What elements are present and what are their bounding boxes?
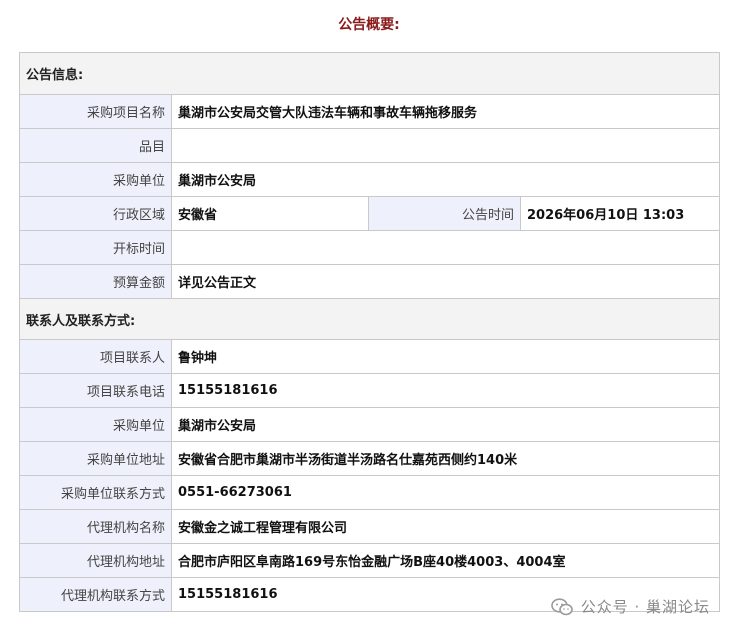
agency-address-value: 合肥市庐阳区阜南路169号东怡金融广场B座40楼4003、4004室 <box>170 543 721 578</box>
table-row: 开标时间 <box>19 230 721 265</box>
budget-value: 详见公告正文 <box>170 264 721 299</box>
contact-purchaser-value: 巢湖市公安局 <box>170 407 721 442</box>
table-row: 采购单位 巢湖市公安局 <box>19 407 721 442</box>
section-row-contact: 联系人及联系方式: <box>18 298 721 340</box>
purchaser-label: 采购单位 <box>19 162 172 197</box>
section-header-contact: 联系人及联系方式: <box>18 298 721 340</box>
table-row: 采购项目名称 巢湖市公安局交管大队违法车辆和事故车辆拖移服务 <box>19 94 721 129</box>
bid-open-label: 开标时间 <box>19 230 172 265</box>
agency-contact-label: 代理机构联系方式 <box>19 577 172 612</box>
purchaser-contact-value: 0551-66273061 <box>170 475 721 510</box>
publish-time-value: 2026年06月10日 13:03 <box>519 196 721 231</box>
project-contact-value: 鲁钟坤 <box>170 339 721 374</box>
project-contact-label: 项目联系人 <box>19 339 172 374</box>
table-row: 预算金额 详见公告正文 <box>19 264 721 299</box>
table-row: 采购单位地址 安徽省合肥市巢湖市半汤街道半汤路名仕嘉苑西侧约140米 <box>19 441 721 476</box>
table-row: 代理机构地址 合肥市庐阳区阜南路169号东怡金融广场B座40楼4003、4004… <box>19 543 721 578</box>
agency-name-label: 代理机构名称 <box>19 509 172 544</box>
budget-label: 预算金额 <box>19 264 172 299</box>
purchaser-address-value: 安徽省合肥市巢湖市半汤街道半汤路名仕嘉苑西侧约140米 <box>170 441 721 476</box>
agency-name-value: 安徽金之诚工程管理有限公司 <box>170 509 721 544</box>
wechat-icon <box>550 597 573 615</box>
section-row-notice: 公告信息: <box>18 52 721 95</box>
agency-address-label: 代理机构地址 <box>19 543 172 578</box>
project-name-value: 巢湖市公安局交管大队违法车辆和事故车辆拖移服务 <box>170 94 721 129</box>
table-row: 品目 <box>19 128 721 163</box>
publish-time-label: 公告时间 <box>368 196 521 231</box>
table-row: 采购单位 巢湖市公安局 <box>19 162 721 197</box>
table-row: 行政区域 安徽省 公告时间 2026年06月10日 13:03 <box>19 196 721 231</box>
purchaser-address-label: 采购单位地址 <box>19 441 172 476</box>
section-header-notice: 公告信息: <box>18 52 721 95</box>
watermark-text: 公众号 · 巢湖论坛 <box>580 598 710 616</box>
project-phone-value: 15155181616 <box>170 373 721 408</box>
category-value <box>170 128 721 163</box>
purchaser-contact-label: 采购单位联系方式 <box>19 475 172 510</box>
purchaser-value: 巢湖市公安局 <box>170 162 721 197</box>
project-phone-label: 项目联系电话 <box>19 373 172 408</box>
page: 公告概要: 公告信息: 采购项目名称 巢湖市公安局交管大队违法车辆和事故车辆拖移… <box>0 0 738 642</box>
bid-open-value <box>170 230 721 265</box>
table-row: 项目联系电话 15155181616 <box>19 373 721 408</box>
contact-purchaser-label: 采购单位 <box>19 407 172 442</box>
table-row: 项目联系人 鲁钟坤 <box>19 339 721 374</box>
project-name-label: 采购项目名称 <box>19 94 172 129</box>
table-row: 采购单位联系方式 0551-66273061 <box>19 475 721 510</box>
region-label: 行政区域 <box>19 196 172 231</box>
notice-summary-table: 公告信息: 采购项目名称 巢湖市公安局交管大队违法车辆和事故车辆拖移服务 品目 … <box>18 52 721 612</box>
region-value: 安徽省 <box>171 196 369 231</box>
table-row: 代理机构名称 安徽金之诚工程管理有限公司 <box>19 509 721 544</box>
category-label: 品目 <box>19 128 172 163</box>
page-title: 公告概要: <box>338 17 400 33</box>
watermark: 公众号 · 巢湖论坛 <box>550 596 710 617</box>
